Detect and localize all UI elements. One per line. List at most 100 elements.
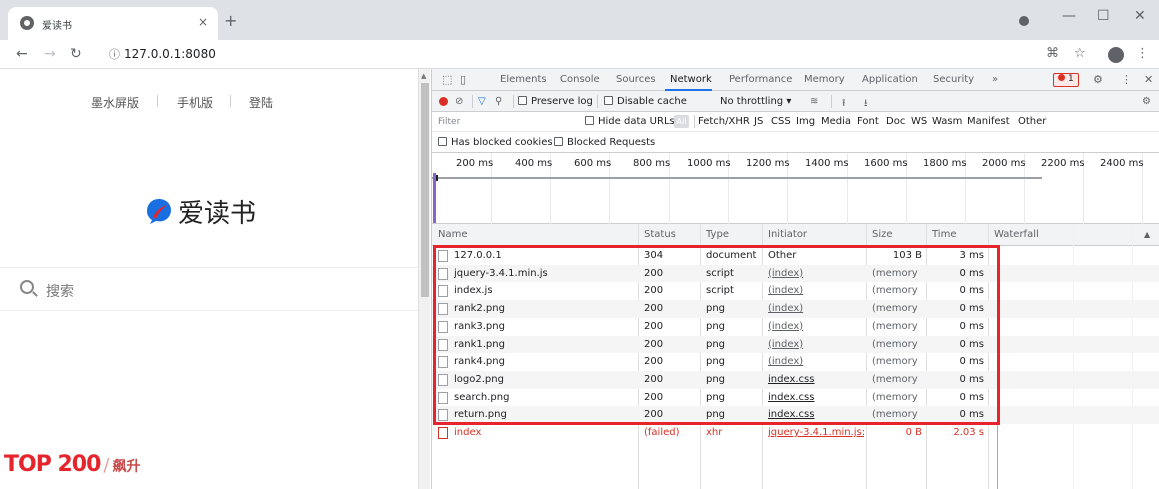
bookmark-star-icon[interactable]: ☆ [1074, 46, 1086, 61]
request-type: xhr [706, 427, 723, 438]
minimize-icon[interactable]: — [1062, 8, 1076, 24]
close-window-icon[interactable]: ✕ [1134, 8, 1146, 24]
menu-kebab-icon[interactable]: ⋮ [1136, 46, 1149, 61]
column-time[interactable]: Time [932, 229, 956, 240]
devtools-menu-icon[interactable]: ⋮ [1121, 73, 1132, 86]
translate-icon[interactable]: ⌘ [1046, 46, 1059, 61]
nav-link-login[interactable]: 登陆 [249, 94, 273, 111]
maximize-icon[interactable]: ☐ [1097, 8, 1110, 24]
blocked-requests-checkbox[interactable]: Blocked Requests [554, 137, 655, 148]
forward-icon[interactable]: → [44, 46, 56, 62]
top200-label: TOP 200 [4, 452, 101, 477]
scrollbar-thumb[interactable] [421, 83, 429, 297]
network-toolbar: ⊘ ▽ ⚲ Preserve log Disable cache No thro… [432, 91, 1159, 112]
search-input[interactable]: 搜索 [0, 267, 418, 311]
filter-input[interactable]: Filter [438, 117, 460, 127]
filter-icon[interactable]: ▽ [478, 96, 486, 107]
filter-media[interactable]: Media [821, 116, 851, 127]
record-indicator-icon[interactable] [1019, 16, 1029, 26]
reload-icon[interactable]: ↻ [70, 46, 82, 62]
timeline-label: 600 ms [574, 158, 612, 169]
network-conditions-icon[interactable]: ≋ [810, 96, 818, 107]
logo-text: 爱读书 [178, 199, 257, 229]
page-scrollbar[interactable]: ▲ [418, 69, 430, 489]
export-har-icon[interactable]: ⭳ [864, 96, 868, 113]
logo-mark-icon [147, 199, 171, 224]
new-tab-button[interactable]: + [224, 11, 237, 30]
import-har-icon[interactable]: ⭱ [842, 96, 846, 113]
filter-wasm[interactable]: Wasm [932, 116, 962, 127]
sort-ascending-icon[interactable]: ▲ [1144, 230, 1150, 239]
column-type[interactable]: Type [706, 229, 729, 240]
filter-ws[interactable]: WS [911, 116, 927, 127]
disable-cache-checkbox[interactable]: Disable cache [604, 96, 687, 107]
back-icon[interactable]: ← [16, 46, 28, 62]
tab-security[interactable]: Security [933, 74, 974, 85]
filter-other[interactable]: Other [1018, 116, 1046, 127]
column-name[interactable]: Name [438, 229, 468, 240]
more-tabs-button[interactable]: » [992, 74, 998, 85]
filter-img[interactable]: Img [796, 116, 815, 127]
request-time: 2.03 s [953, 427, 984, 438]
nav-link-eink[interactable]: 墨水屏版 [91, 94, 139, 111]
error-count-badge[interactable]: 1 [1053, 73, 1079, 87]
nav-link-mobile[interactable]: 手机版 [177, 94, 213, 111]
tab-network[interactable]: Network [670, 74, 712, 85]
record-icon[interactable] [439, 97, 448, 106]
tab-memory[interactable]: Memory [804, 74, 845, 85]
timeline-label: 400 ms [515, 158, 553, 169]
blocked-filter-bar: Has blocked cookies Blocked Requests [432, 132, 1159, 153]
brand-slash: / [103, 455, 110, 476]
globe-icon [20, 16, 34, 30]
toolbar-divider [831, 95, 832, 108]
file-icon [438, 427, 448, 439]
browser-tab[interactable]: 爱读书 × [8, 7, 218, 40]
devtools-tabbar: ⬚ ▯ Elements Console Sources Network Per… [432, 69, 1159, 91]
column-waterfall[interactable]: Waterfall [994, 229, 1039, 240]
info-icon[interactable]: ⓘ [109, 46, 120, 62]
timeline-label: 2200 ms [1041, 158, 1085, 169]
scroll-up-icon[interactable]: ▲ [421, 72, 426, 80]
filter-fetch-xhr[interactable]: Fetch/XHR [698, 116, 750, 127]
search-network-icon[interactable]: ⚲ [495, 96, 502, 107]
request-initiator[interactable]: jquery-3.4.1.min.js:2 [768, 427, 864, 438]
column-initiator[interactable]: Initiator [768, 229, 807, 240]
search-icon [20, 280, 34, 294]
hide-data-urls-checkbox[interactable]: Hide data URLs [585, 116, 675, 127]
address-bar[interactable]: ⓘ 127.0.0.1:8080 [97, 43, 1037, 65]
filter-doc[interactable]: Doc [886, 116, 905, 127]
profile-avatar[interactable] [1108, 47, 1124, 63]
timeline-overview[interactable]: 200 ms 400 ms 600 ms 800 ms 1000 ms 1200… [432, 153, 1159, 224]
tab-console[interactable]: Console [560, 74, 600, 85]
settings-gear-icon[interactable]: ⚙ [1093, 73, 1103, 86]
filter-css[interactable]: CSS [771, 116, 791, 127]
filter-font[interactable]: Font [857, 116, 879, 127]
column-size[interactable]: Size [872, 229, 893, 240]
request-status: (failed) [644, 427, 680, 438]
request-row[interactable]: index (failed) xhr jquery-3.4.1.min.js:2 0 B… [432, 424, 1159, 442]
filter-js[interactable]: JS [754, 116, 763, 127]
has-blocked-cookies-checkbox[interactable]: Has blocked cookies [438, 137, 553, 148]
tab-elements[interactable]: Elements [500, 74, 547, 85]
tab-performance[interactable]: Performance [729, 74, 792, 85]
toolbar-divider [597, 95, 598, 108]
throttling-select[interactable]: No throttling ▾ [720, 96, 791, 107]
tab-application[interactable]: Application [862, 74, 918, 85]
preserve-log-checkbox[interactable]: Preserve log [518, 96, 593, 107]
filter-manifest[interactable]: Manifest [967, 116, 1010, 127]
web-page: 墨水屏版 手机版 登陆 爱读书 搜索 TOP 200/飙升 [0, 69, 418, 489]
timeline-label: 200 ms [456, 158, 494, 169]
close-devtools-icon[interactable]: ✕ [1144, 73, 1153, 86]
clear-icon[interactable]: ⊘ [455, 96, 463, 107]
device-toolbar-icon[interactable]: ▯ [460, 73, 466, 86]
dom-content-loaded-marker [433, 173, 436, 223]
column-status[interactable]: Status [644, 229, 676, 240]
filter-bar: Filter Hide data URLs All Fetch/XHR JS C… [432, 112, 1159, 132]
inspect-element-icon[interactable]: ⬚ [442, 73, 452, 86]
tab-sources[interactable]: Sources [616, 74, 656, 85]
network-settings-icon[interactable]: ⚙ [1142, 96, 1151, 107]
filter-all-button[interactable]: All [674, 115, 689, 128]
filter-divider [694, 115, 695, 128]
tab-close-button[interactable]: × [198, 15, 208, 29]
request-name: index [454, 427, 482, 438]
